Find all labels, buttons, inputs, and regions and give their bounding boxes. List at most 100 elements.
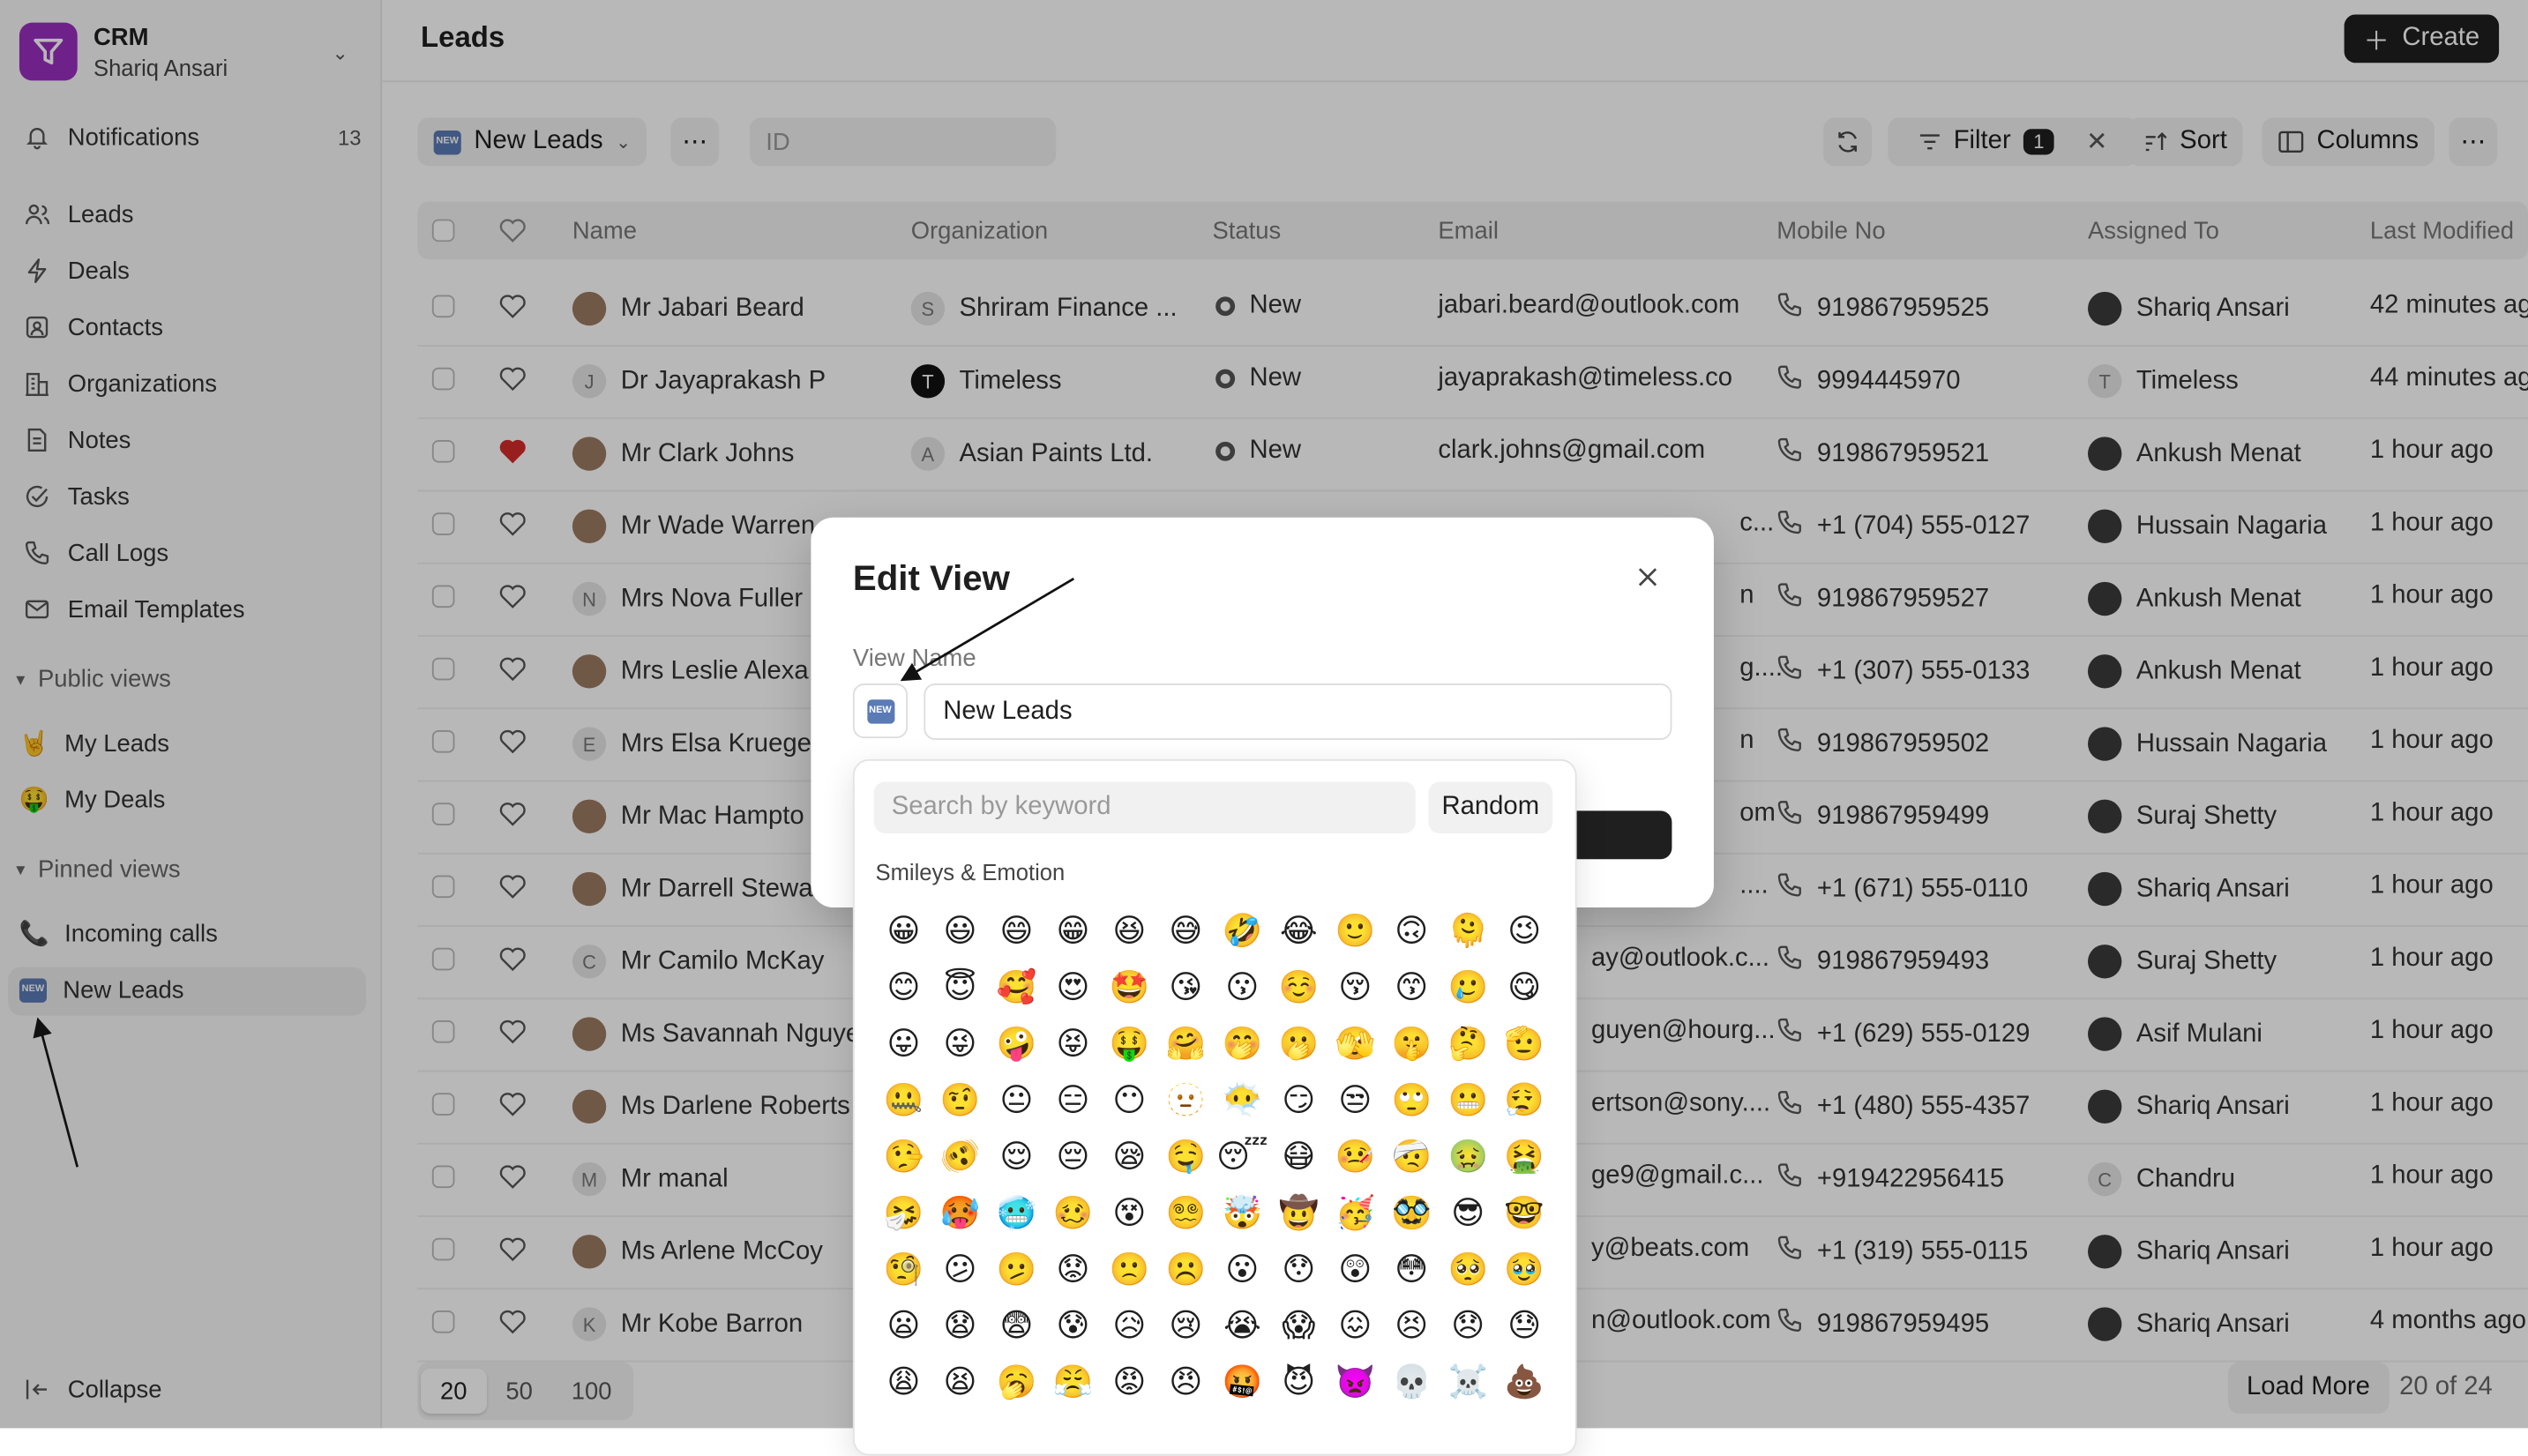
emoji-option[interactable]: 🤠 (1270, 1183, 1327, 1240)
emoji-option[interactable]: 🤐 (875, 1071, 931, 1127)
emoji-option[interactable]: 🤫 (1383, 1014, 1440, 1071)
emoji-option[interactable]: 🫢 (1270, 1014, 1327, 1071)
emoji-option[interactable]: 🤔 (1440, 1014, 1496, 1071)
emoji-option[interactable]: 🤧 (875, 1183, 931, 1240)
emoji-option[interactable]: 😁 (1044, 901, 1101, 958)
emoji-option[interactable]: 🥵 (931, 1183, 988, 1240)
emoji-option[interactable]: 🫨 (931, 1127, 988, 1183)
emoji-option[interactable]: 😯 (1270, 1240, 1327, 1296)
emoji-option[interactable]: 😘 (1157, 958, 1214, 1014)
emoji-option[interactable]: 😑 (1044, 1071, 1101, 1127)
emoji-option[interactable]: 😛 (875, 1014, 931, 1071)
emoji-option[interactable]: 🤤 (1157, 1127, 1214, 1183)
emoji-option[interactable]: 😱 (1270, 1296, 1327, 1353)
emoji-option[interactable]: 😶 (1101, 1071, 1157, 1127)
emoji-option[interactable]: 😉 (1496, 901, 1552, 958)
emoji-option[interactable]: 😗 (1214, 958, 1270, 1014)
emoji-option[interactable]: 😮 (1214, 1240, 1270, 1296)
emoji-option[interactable]: 💩 (1496, 1353, 1552, 1409)
emoji-option[interactable]: 🧐 (875, 1240, 931, 1296)
emoji-option[interactable]: 😋 (1496, 958, 1552, 1014)
emoji-option[interactable]: 🤓 (1496, 1183, 1552, 1240)
emoji-option[interactable]: 🤒 (1327, 1127, 1383, 1183)
emoji-option[interactable]: 😕 (931, 1240, 988, 1296)
emoji-option[interactable]: 🥰 (988, 958, 1044, 1014)
emoji-option[interactable]: 😜 (931, 1014, 988, 1071)
emoji-option[interactable]: 😚 (1327, 958, 1383, 1014)
emoji-option[interactable]: 🥺 (1440, 1240, 1496, 1296)
emoji-option[interactable]: 😇 (931, 958, 988, 1014)
emoji-option[interactable]: 😝 (1044, 1014, 1101, 1071)
emoji-option[interactable]: 😡 (1101, 1353, 1157, 1409)
emoji-option[interactable]: 😌 (988, 1127, 1044, 1183)
emoji-option[interactable]: 😙 (1383, 958, 1440, 1014)
emoji-option[interactable]: 😭 (1214, 1296, 1270, 1353)
emoji-option[interactable]: 🤕 (1383, 1127, 1440, 1183)
emoji-option[interactable]: 🤪 (988, 1014, 1044, 1071)
emoji-option[interactable]: 🥱 (988, 1353, 1044, 1409)
emoji-search-input[interactable]: Search by keyword (873, 781, 1416, 833)
emoji-option[interactable]: 🤥 (875, 1127, 931, 1183)
emoji-option[interactable]: 😩 (875, 1353, 931, 1409)
emoji-option[interactable]: 😏 (1270, 1071, 1327, 1127)
emoji-option[interactable]: 😨 (988, 1296, 1044, 1353)
emoji-option[interactable]: 🤯 (1214, 1183, 1270, 1240)
emoji-option[interactable]: 🤨 (931, 1071, 988, 1127)
emoji-option[interactable]: 🤗 (1157, 1014, 1214, 1071)
view-name-input[interactable]: New Leads (924, 683, 1672, 740)
emoji-option[interactable]: 😒 (1327, 1071, 1383, 1127)
emoji-option[interactable]: 😴 (1214, 1127, 1270, 1183)
emoji-option[interactable]: 😤 (1044, 1353, 1101, 1409)
emoji-option[interactable]: 😀 (875, 901, 931, 958)
emoji-option[interactable]: 😳 (1383, 1240, 1440, 1296)
emoji-option[interactable]: 😟 (1044, 1240, 1101, 1296)
emoji-option[interactable]: 🤣 (1214, 901, 1270, 958)
emoji-option[interactable]: 😂 (1270, 901, 1327, 958)
emoji-option[interactable]: 😆 (1101, 901, 1157, 958)
emoji-option[interactable]: 😮‍💨 (1496, 1071, 1552, 1127)
emoji-option[interactable]: 🥴 (1044, 1183, 1101, 1240)
emoji-option[interactable]: 😬 (1440, 1071, 1496, 1127)
emoji-option[interactable]: 😠 (1157, 1353, 1214, 1409)
emoji-option[interactable]: 😄 (988, 901, 1044, 958)
emoji-option[interactable]: 🤑 (1101, 1014, 1157, 1071)
random-emoji-button[interactable]: Random (1428, 781, 1553, 833)
emoji-option[interactable]: ☺️ (1270, 958, 1327, 1014)
emoji-option[interactable]: 🥳 (1327, 1183, 1383, 1240)
emoji-option[interactable]: 🤢 (1440, 1127, 1496, 1183)
emoji-option[interactable]: 🫠 (1440, 901, 1496, 958)
emoji-option[interactable]: 😪 (1101, 1127, 1157, 1183)
emoji-option[interactable]: 😅 (1157, 901, 1214, 958)
emoji-option[interactable]: 😵‍💫 (1157, 1183, 1214, 1240)
emoji-option[interactable]: 😃 (931, 901, 988, 958)
emoji-option[interactable]: 🤬 (1214, 1353, 1270, 1409)
emoji-option[interactable]: 🤮 (1496, 1127, 1552, 1183)
emoji-option[interactable]: 🫡 (1496, 1014, 1552, 1071)
emoji-option[interactable]: 👿 (1327, 1353, 1383, 1409)
emoji-option[interactable]: 😍 (1044, 958, 1101, 1014)
emoji-option[interactable]: 💀 (1383, 1353, 1440, 1409)
emoji-option[interactable]: 😓 (1496, 1296, 1552, 1353)
emoji-option[interactable]: 😷 (1270, 1127, 1327, 1183)
emoji-option[interactable]: 🫣 (1327, 1014, 1383, 1071)
emoji-option[interactable]: 😐 (988, 1071, 1044, 1127)
emoji-option[interactable]: 🥶 (988, 1183, 1044, 1240)
emoji-option[interactable]: 😫 (931, 1353, 988, 1409)
emoji-option[interactable]: 😔 (1044, 1127, 1101, 1183)
emoji-picker-button[interactable]: NEW (852, 683, 909, 739)
emoji-option[interactable]: 🥹 (1496, 1240, 1552, 1296)
emoji-option[interactable]: 🫥 (1157, 1071, 1214, 1127)
emoji-option[interactable]: 🤭 (1214, 1014, 1270, 1071)
emoji-option[interactable]: 🤩 (1101, 958, 1157, 1014)
emoji-option[interactable]: 😧 (931, 1296, 988, 1353)
emoji-option[interactable]: 😞 (1440, 1296, 1496, 1353)
emoji-option[interactable]: 😎 (1440, 1183, 1496, 1240)
emoji-option[interactable]: 🙂 (1327, 901, 1383, 958)
emoji-option[interactable]: 😖 (1327, 1296, 1383, 1353)
emoji-option[interactable]: 😶‍🌫️ (1214, 1071, 1270, 1127)
emoji-option[interactable]: 🥸 (1383, 1183, 1440, 1240)
emoji-option[interactable]: ☹️ (1157, 1240, 1214, 1296)
emoji-option[interactable]: 😈 (1270, 1353, 1327, 1409)
emoji-option[interactable]: ☠️ (1440, 1353, 1496, 1409)
emoji-option[interactable]: 😣 (1383, 1296, 1440, 1353)
